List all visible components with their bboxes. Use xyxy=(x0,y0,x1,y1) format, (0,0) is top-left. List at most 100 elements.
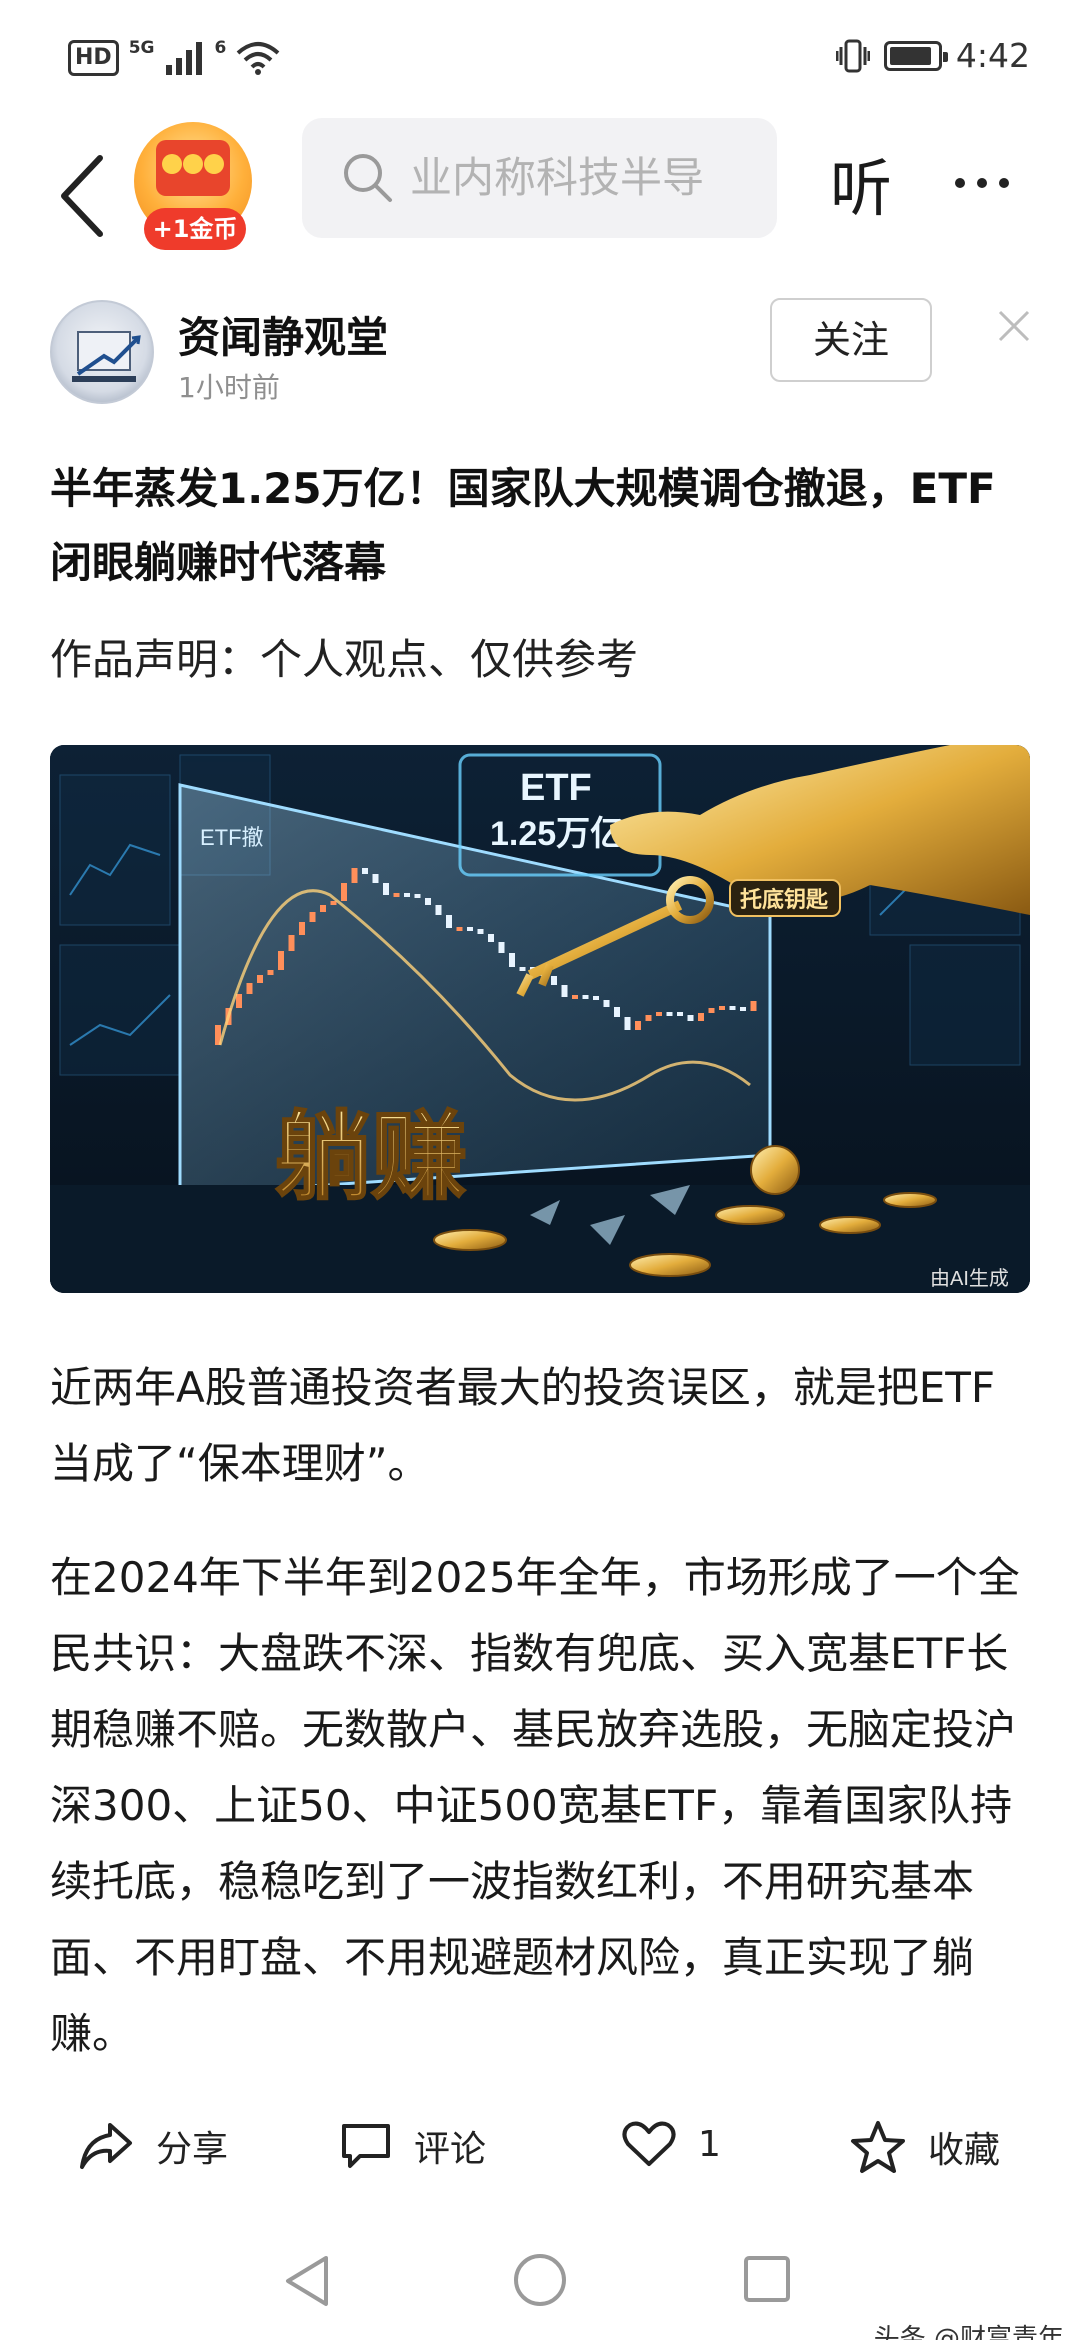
candle xyxy=(257,975,263,983)
candle xyxy=(645,1015,652,1021)
candle xyxy=(677,1012,683,1016)
candle xyxy=(309,912,316,922)
candle xyxy=(561,985,568,997)
share-icon xyxy=(80,2123,132,2169)
candle xyxy=(519,967,526,971)
close-icon[interactable] xyxy=(996,308,1032,344)
candle xyxy=(740,1007,746,1011)
article-title: 半年蒸发1.25万亿！国家队大规模调仓撤退，ETF闭眼躺赚时代落幕 xyxy=(50,464,996,587)
candle xyxy=(330,901,337,905)
candle xyxy=(435,905,442,915)
post-time: 1小时前 xyxy=(178,371,280,404)
search-input[interactable]: 业内称科技半导 xyxy=(410,118,704,238)
red-envelope-icon xyxy=(156,140,230,196)
vibrate-icon xyxy=(835,39,870,72)
candle xyxy=(246,983,253,994)
follow-button[interactable]: 关注 xyxy=(770,298,932,382)
coin-reward-label: +1金币 xyxy=(144,208,246,250)
nav-back-icon[interactable] xyxy=(282,2254,332,2308)
share-label: 分享 xyxy=(156,2129,229,2170)
battery-icon xyxy=(883,40,948,71)
candle xyxy=(635,1021,641,1030)
candle xyxy=(572,995,578,999)
author-header: 资闻静观堂 1小时前 关注 xyxy=(0,290,1080,420)
candle xyxy=(582,995,589,999)
candle xyxy=(477,929,484,934)
candle xyxy=(656,1012,662,1016)
collect-label: 收藏 xyxy=(928,2130,1001,2171)
candle xyxy=(551,976,557,985)
candle xyxy=(383,883,389,895)
candle xyxy=(488,934,494,942)
hero-etf-amount: 1.25万亿 xyxy=(490,815,624,853)
candle xyxy=(729,1006,736,1010)
candle xyxy=(614,1007,620,1017)
battery-fill xyxy=(889,46,931,65)
system-navigation: 头条 @财富青年 xyxy=(0,2220,1080,2340)
coin-reward-badge[interactable]: +1金币 xyxy=(128,122,258,252)
collect-button[interactable]: 收藏 xyxy=(850,2120,1000,2174)
top-navigation: +1金币 业内称科技半导 听 xyxy=(0,118,1080,278)
candle xyxy=(362,868,368,874)
candle xyxy=(299,922,305,935)
candle xyxy=(698,1013,704,1021)
candle xyxy=(267,970,274,975)
candle xyxy=(372,874,379,883)
candle xyxy=(456,927,463,931)
paragraph-2: 在2024年下半年到2025年全年，市场形成了一个全民共识：大盘跌不深、指数有兜… xyxy=(50,1553,1020,2058)
hero-chart-label: ETF撤 xyxy=(200,825,264,850)
candle xyxy=(593,996,599,1000)
comment-button[interactable]: 评论 xyxy=(340,2120,486,2172)
candle xyxy=(425,898,431,905)
candle xyxy=(708,1008,715,1013)
candle xyxy=(404,893,410,897)
candle xyxy=(414,894,421,898)
candle xyxy=(393,893,400,897)
like-button[interactable]: 1 xyxy=(622,2120,721,2168)
signal-icon xyxy=(166,42,203,75)
signal-label: 5G xyxy=(128,38,155,58)
back-arrow-icon[interactable] xyxy=(52,146,122,246)
candle xyxy=(467,927,473,931)
candle xyxy=(719,1006,725,1010)
star-icon xyxy=(851,2121,905,2173)
search-bar[interactable]: 业内称科技半导 xyxy=(302,118,777,238)
author-declaration: 作品声明：个人观点、仅供参考 xyxy=(50,635,639,684)
candle xyxy=(446,915,452,928)
more-icon[interactable] xyxy=(955,178,1009,188)
clock: 4:42 xyxy=(955,36,1030,75)
candle xyxy=(603,1000,610,1007)
candle xyxy=(509,953,515,967)
hero-key-tag: 托底钥匙 xyxy=(740,887,828,912)
article-page: HD 5G 6 4:42 +1金币 业内称科技半导 听 资闻静观堂 1小时前 关… xyxy=(0,0,1080,2340)
comment-icon xyxy=(342,2124,390,2168)
watermark: 头条 @财富青年 xyxy=(873,2324,1064,2340)
candle xyxy=(288,935,295,951)
candle xyxy=(624,1017,631,1030)
hero-big-text: 躺赚 xyxy=(275,1104,467,1211)
search-icon xyxy=(344,154,392,202)
hd-icon: HD xyxy=(68,40,119,76)
candle xyxy=(236,994,242,1008)
status-right: 4:42 xyxy=(835,36,1030,75)
candle xyxy=(278,951,284,970)
nav-recents-icon[interactable] xyxy=(742,2254,792,2304)
author-avatar[interactable] xyxy=(50,300,154,404)
comment-label: 评论 xyxy=(414,2129,487,2170)
candle xyxy=(687,1015,694,1021)
author-name[interactable]: 资闻静观堂 xyxy=(178,304,388,365)
wifi-icon xyxy=(236,42,280,75)
heart-icon xyxy=(622,2121,676,2166)
candle xyxy=(351,868,358,883)
paragraph-1: 近两年A股普通投资者最大的投资误区，就是把ETF当成了“保本理财”。 xyxy=(50,1363,996,1488)
share-button[interactable]: 分享 xyxy=(78,2120,228,2172)
candle xyxy=(666,1012,673,1016)
hero-illustration: ETF撤 ETF 1.25万亿 托底钥匙 躺赚 由AI生成 xyxy=(50,745,1030,1293)
like-count: 1 xyxy=(698,2123,721,2165)
candle xyxy=(498,942,505,953)
candle xyxy=(750,1001,757,1011)
status-left: HD 5G 6 xyxy=(68,38,280,76)
hero-image[interactable]: ETF撤 ETF 1.25万亿 托底钥匙 躺赚 由AI生成 xyxy=(50,745,1030,1293)
listen-button[interactable]: 听 xyxy=(830,138,892,228)
nav-home-icon[interactable] xyxy=(512,2252,568,2308)
